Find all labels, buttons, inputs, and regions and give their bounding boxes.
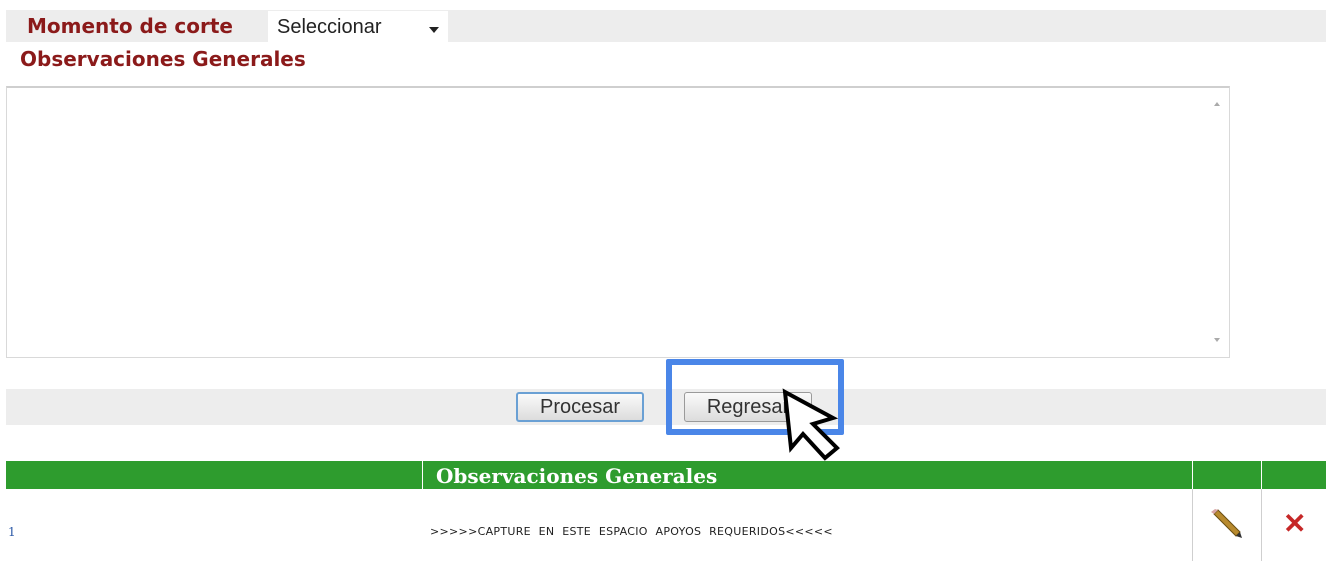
row-number-link[interactable]: 1 [8, 525, 16, 539]
close-icon[interactable]: ✕ [1283, 510, 1306, 538]
observaciones-label: Observaciones Generales [20, 47, 306, 71]
arrow-cursor-icon [782, 388, 840, 461]
grid-header-title: Observaciones Generales [436, 464, 718, 488]
scroll-down-icon[interactable] [1214, 338, 1220, 342]
procesar-button[interactable]: Procesar [516, 392, 644, 422]
row-divider [1261, 489, 1262, 561]
textarea-scrollbar[interactable] [1204, 88, 1230, 356]
pencil-icon[interactable] [1210, 508, 1244, 540]
select-value: Seleccionar [277, 16, 382, 38]
observaciones-textarea[interactable] [6, 86, 1230, 358]
header-divider [422, 461, 423, 489]
chevron-down-icon [429, 27, 439, 33]
row-divider [1192, 489, 1193, 561]
header-divider [1261, 461, 1262, 489]
momento-corte-label: Momento de corte [27, 14, 233, 38]
header-divider [1192, 461, 1193, 489]
grid-header: Observaciones Generales [6, 461, 1326, 489]
scroll-up-icon[interactable] [1214, 102, 1220, 106]
momento-corte-select[interactable]: Seleccionar [268, 11, 448, 42]
row-observacion-text: >>>>>CAPTURE EN ESTE ESPACIO APOYOS REQU… [430, 525, 833, 538]
